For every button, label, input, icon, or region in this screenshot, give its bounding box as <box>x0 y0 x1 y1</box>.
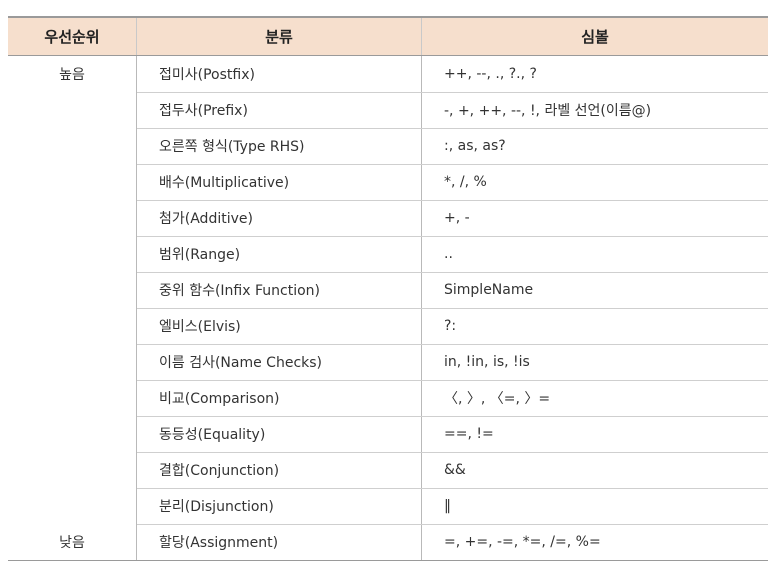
table-row: 동등성(Equality) ==, != <box>8 416 768 453</box>
symbol-cell: SimpleName <box>421 272 768 309</box>
symbol-cell: in, !in, is, !is <box>421 344 768 381</box>
table-row: 비교(Comparison) 〈, 〉, 〈=, 〉= <box>8 380 768 417</box>
table-row: 범위(Range) .. <box>8 236 768 273</box>
category-cell: 할당(Assignment) <box>136 524 422 561</box>
table-row: 중위 함수(Infix Function) SimpleName <box>8 272 768 309</box>
category-cell: 동등성(Equality) <box>136 416 422 453</box>
category-cell: 비교(Comparison) <box>136 380 422 417</box>
priority-cell <box>8 380 137 416</box>
table-row: 배수(Multiplicative) *, /, % <box>8 164 768 201</box>
table-header-row: 우선순위 분류 심볼 <box>8 16 768 56</box>
symbol-cell: ==, != <box>421 416 768 453</box>
symbol-cell: .. <box>421 236 768 273</box>
symbol-cell: :, as, as? <box>421 128 768 165</box>
priority-cell <box>8 488 137 524</box>
category-cell: 범위(Range) <box>136 236 422 273</box>
priority-cell <box>8 236 137 272</box>
table-row: 오른쪽 형식(Type RHS) :, as, as? <box>8 128 768 165</box>
symbol-cell: *, /, % <box>421 164 768 201</box>
category-cell: 중위 함수(Infix Function) <box>136 272 422 309</box>
category-cell: 결합(Conjunction) <box>136 452 422 489</box>
priority-cell <box>8 272 137 308</box>
header-symbol: 심볼 <box>421 16 768 56</box>
table-row: 접두사(Prefix) -, +, ++, --, !, 라벨 선언(이름@) <box>8 92 768 129</box>
priority-cell <box>8 92 137 128</box>
header-category: 분류 <box>136 16 422 56</box>
priority-cell <box>8 344 137 380</box>
priority-cell: 높음 <box>8 55 137 92</box>
table-row: 엘비스(Elvis) ?: <box>8 308 768 345</box>
table-row: 첨가(Additive) +, - <box>8 200 768 237</box>
table-row: 낮음 할당(Assignment) =, +=, -=, *=, /=, %= <box>8 524 768 561</box>
header-priority: 우선순위 <box>8 16 137 56</box>
priority-cell <box>8 128 137 164</box>
category-cell: 첨가(Additive) <box>136 200 422 237</box>
symbol-cell: =, +=, -=, *=, /=, %= <box>421 524 768 561</box>
category-cell: 오른쪽 형식(Type RHS) <box>136 128 422 165</box>
priority-cell <box>8 164 137 200</box>
symbol-cell: 〈, 〉, 〈=, 〉= <box>421 380 768 417</box>
priority-cell <box>8 308 137 344</box>
operator-precedence-table: 우선순위 분류 심볼 높음 접미사(Postfix) ++, --, ., ?.… <box>8 16 768 561</box>
category-cell: 이름 검사(Name Checks) <box>136 344 422 381</box>
table-row: 결합(Conjunction) && <box>8 452 768 489</box>
symbol-cell: -, +, ++, --, !, 라벨 선언(이름@) <box>421 92 768 129</box>
category-cell: 접미사(Postfix) <box>136 55 422 93</box>
category-cell: 배수(Multiplicative) <box>136 164 422 201</box>
symbol-cell: ++, --, ., ?., ? <box>421 55 768 93</box>
category-cell: 분리(Disjunction) <box>136 488 422 525</box>
table-row: 분리(Disjunction) ‖ <box>8 488 768 525</box>
symbol-cell: ?: <box>421 308 768 345</box>
priority-cell <box>8 452 137 488</box>
category-cell: 접두사(Prefix) <box>136 92 422 129</box>
symbol-cell: ‖ <box>421 488 768 525</box>
symbol-cell: +, - <box>421 200 768 237</box>
priority-cell: 낮음 <box>8 524 137 561</box>
priority-cell <box>8 200 137 236</box>
table-row: 이름 검사(Name Checks) in, !in, is, !is <box>8 344 768 381</box>
table-row: 높음 접미사(Postfix) ++, --, ., ?., ? <box>8 55 768 93</box>
priority-cell <box>8 416 137 452</box>
symbol-cell: && <box>421 452 768 489</box>
category-cell: 엘비스(Elvis) <box>136 308 422 345</box>
